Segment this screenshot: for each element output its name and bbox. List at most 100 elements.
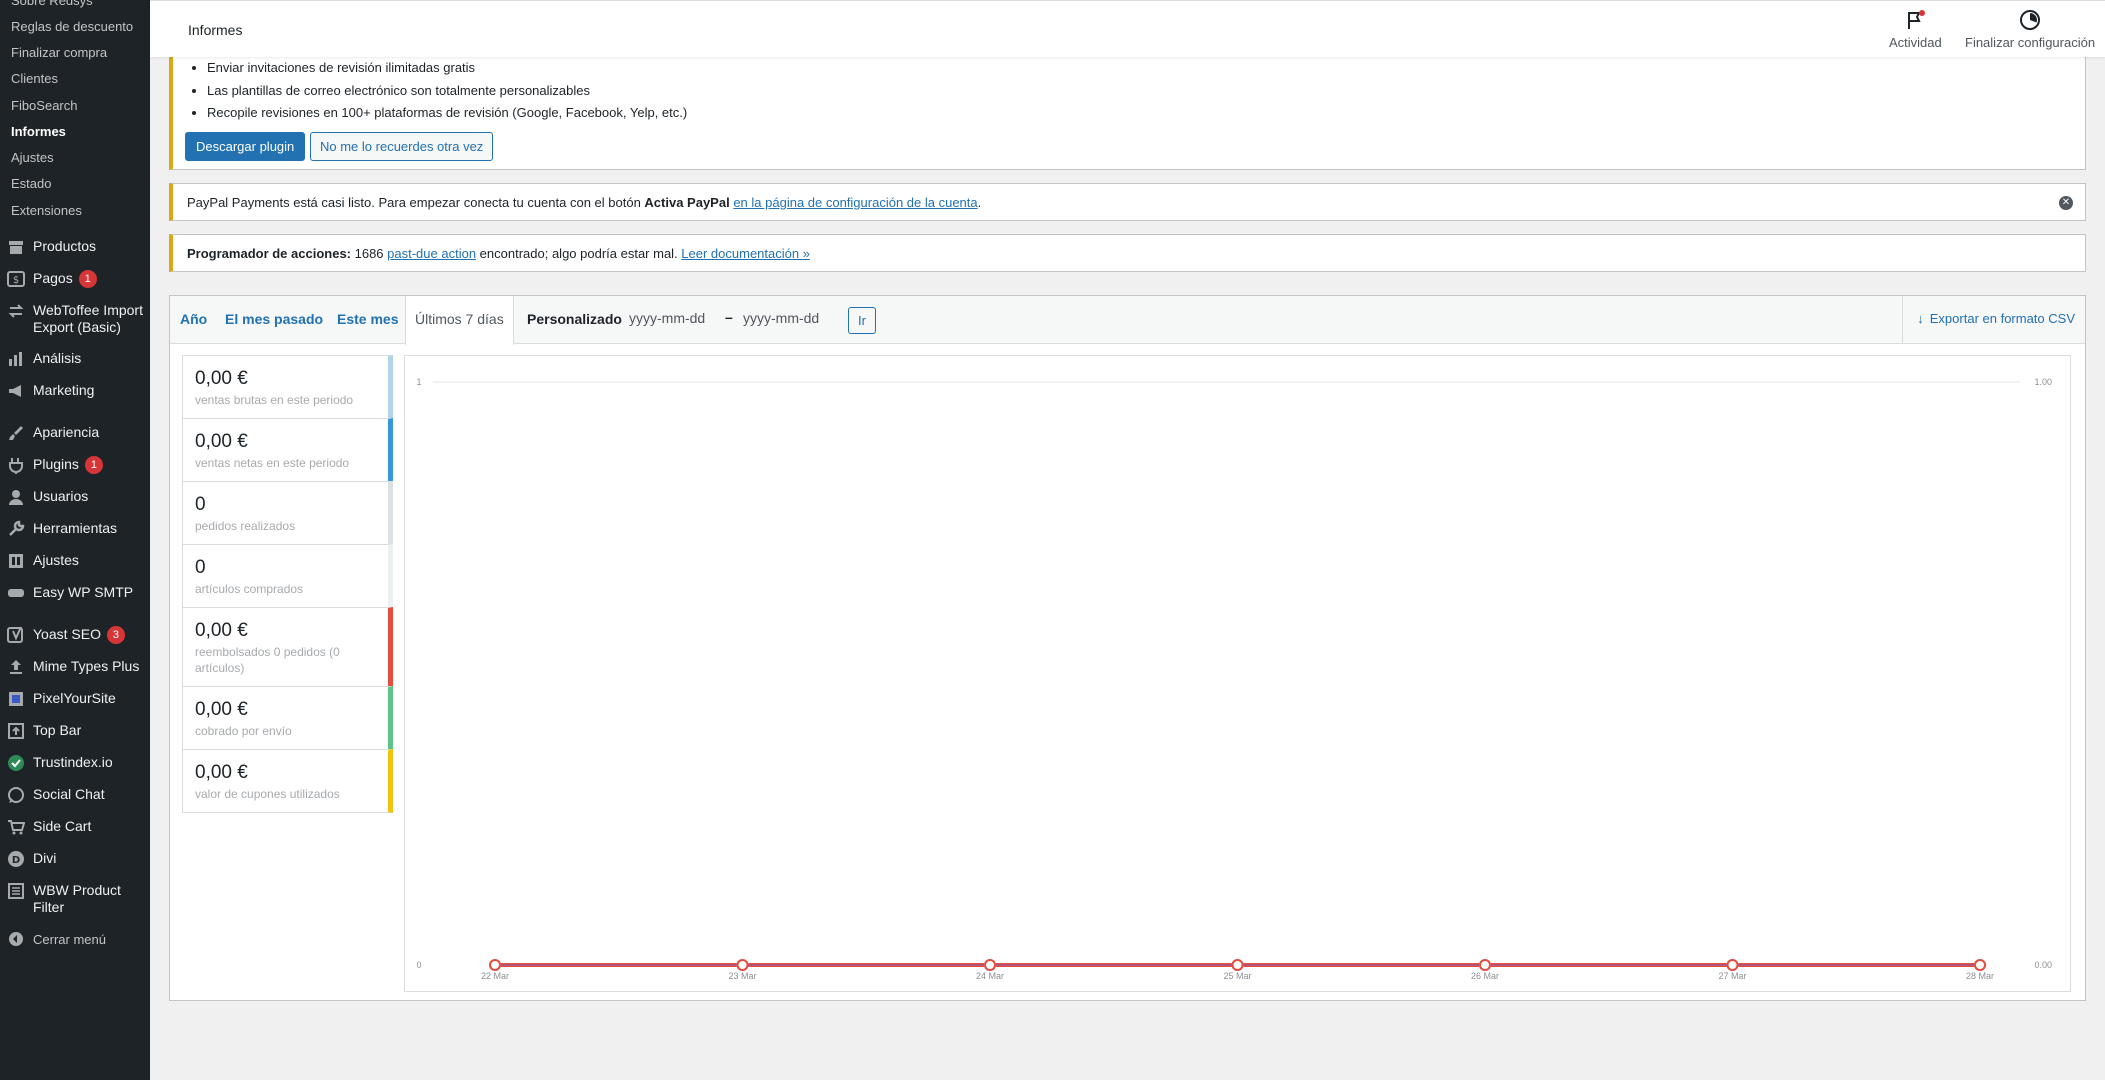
list-icon	[7, 882, 25, 900]
flag-icon	[1904, 9, 1926, 31]
legend-description: ventas netas en este periodo	[195, 456, 350, 470]
legend-item[interactable]: 0,00 € ventas brutas en este periodo	[182, 355, 393, 418]
go-button[interactable]: Ir	[848, 307, 876, 334]
tab-last-7-days[interactable]: Últimos 7 días	[405, 296, 514, 345]
submenu-item-settings[interactable]: Ajustes	[11, 150, 54, 165]
date-from-input[interactable]: yyyy-mm-dd	[629, 310, 705, 326]
legend-item[interactable]: 0 pedidos realizados	[182, 481, 393, 544]
submenu-item-discount-rules[interactable]: Reglas de descuento	[11, 19, 133, 34]
import-export-icon	[7, 302, 25, 320]
collapse-label: Cerrar menú	[33, 932, 106, 947]
submenu-item-customers[interactable]: Clientes	[11, 71, 58, 86]
settings-icon	[7, 552, 25, 570]
data-point	[1974, 959, 1986, 971]
menu-label: Análisis	[33, 350, 82, 366]
submenu-item-reports[interactable]: Informes	[11, 124, 66, 139]
divi-icon: D	[7, 850, 25, 868]
pixel-icon	[7, 690, 25, 708]
menu-label: Productos	[33, 238, 97, 254]
legend-amount: 0	[195, 494, 206, 515]
submenu-item-extensions[interactable]: Extensiones	[11, 203, 82, 218]
date-separator: –	[725, 309, 733, 325]
analytics-icon	[7, 350, 25, 368]
menu-label: Top Bar	[33, 722, 82, 738]
download-plugin-button[interactable]: Descargar plugin	[185, 132, 306, 161]
data-point	[984, 959, 996, 971]
notice-text: 1686	[351, 246, 388, 261]
submenu-item-fibosearch[interactable]: FiboSearch	[11, 98, 77, 113]
y-tick-label: 0	[416, 960, 421, 970]
y2-tick-label: 1.00	[2034, 377, 2052, 387]
past-due-action-link[interactable]: past-due action	[387, 246, 476, 261]
svg-text:D: D	[12, 855, 20, 866]
legend-amount: 0,00 €	[195, 620, 248, 641]
admin-sidebar: Sobre Redsys Reglas de descuento Finaliz…	[0, 0, 150, 1080]
collapse-arrow-icon	[7, 930, 25, 948]
submenu-item-status[interactable]: Estado	[11, 176, 51, 191]
tab-year[interactable]: Año	[180, 311, 207, 327]
list-item: Recopile revisiones en 100+ plataformas …	[207, 102, 687, 125]
read-docs-link[interactable]: Leer documentación »	[681, 246, 810, 261]
update-badge: 1	[84, 456, 103, 474]
submenu-item-checkout[interactable]: Finalizar compra	[11, 45, 107, 60]
review-plugin-notice: Enviar invitaciones de revisión ilimitad…	[169, 40, 2086, 170]
menu-label: Yoast SEO	[33, 626, 101, 642]
export-csv-button[interactable]: ↓ Exportar en formato CSV	[1902, 296, 2085, 343]
menu-label: WBW Product Filter	[33, 882, 121, 915]
wrench-icon	[7, 520, 25, 538]
x-tick-label: 28 Mar	[1966, 971, 1994, 981]
notice-bold-text: Programador de acciones:	[187, 246, 351, 261]
legend-amount: 0,00 €	[195, 699, 248, 720]
submenu-item-redsys[interactable]: Sobre Redsys	[11, 0, 93, 8]
menu-label: Ajustes	[33, 552, 79, 568]
payments-icon: $	[7, 270, 25, 288]
whatsapp-icon	[7, 786, 25, 804]
x-tick-label: 27 Mar	[1718, 971, 1746, 981]
menu-label: Trustindex.io	[33, 754, 113, 770]
tab-this-month[interactable]: Este mes	[337, 311, 398, 327]
yoast-icon	[7, 626, 25, 644]
menu-label: PixelYourSite	[33, 690, 116, 706]
list-item: Enviar invitaciones de revisión ilimitad…	[207, 57, 687, 80]
products-icon	[7, 238, 25, 256]
export-label: Exportar en formato CSV	[1929, 311, 2075, 326]
menu-label: Herramientas	[33, 520, 118, 536]
update-badge: 1	[78, 270, 97, 288]
x-tick-label: 22 Mar	[481, 971, 509, 981]
legend-item[interactable]: 0,00 € ventas netas en este periodo	[182, 418, 393, 481]
menu-label: Mime Types Plus	[33, 658, 140, 674]
smtp-icon	[7, 584, 25, 602]
paypal-settings-link[interactable]: en la página de configuración de la cuen…	[733, 195, 977, 210]
menu-label: Side Cart	[33, 818, 92, 834]
legend-description: ventas brutas en este periodo	[195, 393, 354, 407]
legend-item[interactable]: 0,00 € reembolsados 0 pedidos (0 artículo…	[182, 607, 393, 686]
legend-item[interactable]: 0,00 € cobrado por envío	[182, 686, 393, 749]
finish-setup-button[interactable]: Finalizar configuración	[1965, 9, 2095, 50]
menu-label: Pagos	[33, 270, 73, 286]
dismiss-notice-icon[interactable]: ✕	[2059, 196, 2073, 210]
legend-description: cobrado por envío	[195, 724, 292, 738]
legend-description: artículos comprados	[195, 582, 304, 596]
upload-icon	[7, 658, 25, 676]
paypal-notice: PayPal Payments está casi listo. Para em…	[169, 183, 2086, 221]
date-to-input[interactable]: yyyy-mm-dd	[743, 310, 819, 326]
menu-label: Apariencia	[33, 424, 100, 440]
topbar-icon	[7, 722, 25, 740]
legend-item[interactable]: 0 artículos comprados	[182, 544, 393, 607]
tab-last-month[interactable]: El mes pasado	[225, 311, 323, 327]
progress-circle-icon	[2019, 9, 2041, 31]
legend-amount: 0,00 €	[195, 762, 248, 783]
legend-item[interactable]: 0,00 € valor de cupones utilizados	[182, 749, 393, 813]
menu-label: Plugins	[33, 456, 79, 472]
range-tabs-bar: Año El mes pasado Este mes Últimos 7 día…	[170, 296, 2085, 345]
menu-label: Social Chat	[33, 786, 105, 802]
y-tick-label: 1	[416, 377, 421, 387]
update-badge: 3	[106, 626, 125, 644]
menu-label: Easy WP SMTP	[33, 584, 134, 600]
list-item: Las plantillas de correo electrónico son…	[207, 80, 687, 103]
dont-remind-button[interactable]: No me lo recuerdes otra vez	[310, 132, 494, 161]
legend-description: valor de cupones utilizados	[195, 787, 340, 801]
activity-button[interactable]: Actividad	[1889, 9, 1942, 50]
data-point	[1231, 959, 1244, 971]
menu-label: Usuarios	[33, 488, 89, 504]
